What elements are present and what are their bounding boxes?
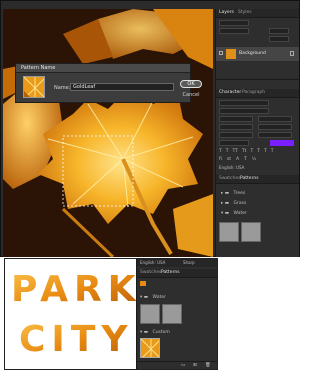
folder-grass[interactable]: ▸ ▬ Grass	[221, 200, 295, 206]
layer-filter-row[interactable]	[219, 20, 295, 26]
new-pattern-icon[interactable]: ⊞	[193, 363, 197, 368]
char-options-row: English: USA Sharp	[137, 259, 217, 267]
antialias-select[interactable]: Sharp	[183, 260, 195, 265]
folder-icon: ▾ ▬	[140, 330, 148, 335]
tab-patterns[interactable]: Patterns	[161, 270, 180, 275]
pattern-thumbnail[interactable]	[162, 304, 182, 324]
folder-water[interactable]: ▾ ▬ Water	[140, 294, 216, 300]
type-style-buttons: T T TT Tt T T T T	[219, 149, 295, 155]
small-caps-button[interactable]: Tt	[242, 149, 247, 155]
tab-styles[interactable]: Styles	[238, 10, 252, 15]
dialog-titlebar: Pattern Name	[16, 64, 190, 73]
fraction-button[interactable]: ½	[252, 157, 256, 163]
folder-trees-label: Trees	[233, 191, 246, 196]
character-panel: Character Paragraph T T TT Tt T T T T fi…	[216, 89, 299, 170]
folder-icon: ▾ ▬	[221, 211, 229, 216]
opentype-buttons: fi st A T ½	[219, 157, 295, 163]
faux-italic-button[interactable]: T	[226, 149, 229, 155]
photoshop-window: Pattern Name Name: OK Cancel Layers Styl…	[0, 0, 300, 257]
tab-patterns[interactable]: Patterns	[240, 176, 259, 181]
folder-trees[interactable]: ▸ ▬ Trees	[221, 190, 295, 196]
folder-icon: ▸ ▬	[221, 191, 229, 196]
kerning-field[interactable]	[219, 124, 253, 130]
ordinal-button[interactable]: st	[227, 157, 231, 163]
ok-button[interactable]: OK	[180, 80, 202, 88]
layer-row-background[interactable]: Background	[216, 47, 299, 61]
folder-custom[interactable]: ▾ ▬ Custom	[140, 329, 216, 335]
pattern-thumbnail[interactable]	[140, 304, 160, 324]
new-folder-icon[interactable]: ▭	[181, 363, 185, 368]
folder-water-label: Water	[233, 211, 247, 216]
character-tabbar: Character Paragraph	[216, 89, 299, 98]
faux-bold-button[interactable]: T	[219, 149, 222, 155]
pattern-thumbnail[interactable]	[219, 222, 239, 242]
tab-swatches[interactable]: Swatches	[140, 270, 162, 275]
park-city-text-art: PARK CITY	[11, 269, 137, 360]
pattern-thumbnail[interactable]	[241, 222, 261, 242]
cancel-button[interactable]: Cancel	[180, 91, 202, 99]
patterns-panel: Swatches Patterns ▸ ▬ Trees ▸ ▬ Grass ▾ …	[216, 175, 299, 242]
text-color-swatch[interactable]	[270, 140, 294, 146]
font-style-select[interactable]	[219, 108, 269, 114]
language-select[interactable]: English: USA	[219, 165, 244, 170]
goldleaf-pattern-thumbnail[interactable]	[140, 338, 160, 358]
layers-tabbar: Layers Styles	[216, 9, 299, 18]
dialog-title: Pattern Name	[21, 65, 56, 71]
titling-button[interactable]: T	[244, 157, 247, 163]
leading-field[interactable]	[258, 116, 292, 122]
headline-line2: CITY	[19, 319, 133, 360]
folder-grass-label: Grass	[233, 201, 247, 206]
horizontal-scale-field[interactable]	[258, 132, 292, 138]
font-family-select[interactable]	[219, 100, 269, 106]
patterns-tabbar: Swatches Patterns	[216, 175, 299, 184]
document-canvas[interactable]	[3, 9, 213, 257]
eye-icon[interactable]	[219, 51, 223, 55]
folder-custom-label: Custom	[152, 330, 170, 335]
headline-line1: PARK	[11, 269, 137, 310]
folder-icon: ▾ ▬	[140, 295, 148, 300]
lock-icon	[290, 51, 294, 56]
text-result-window: PARK CITY English: USA Sharp Swatches Pa…	[4, 258, 218, 370]
all-caps-button[interactable]: TT	[233, 149, 238, 155]
tab-swatches[interactable]: Swatches	[219, 176, 241, 181]
subscript-button[interactable]: T	[257, 149, 260, 155]
layer-name: Background	[239, 51, 266, 56]
tab-character[interactable]: Character	[219, 90, 241, 95]
ligature-button[interactable]: fi	[219, 157, 222, 163]
pattern-swatch-small[interactable]	[140, 281, 146, 286]
folder-water-label: Water	[152, 295, 166, 300]
folder-icon: ▸ ▬	[221, 201, 229, 206]
baseline-shift-field[interactable]	[219, 140, 249, 146]
bottom-tabbar: Swatches Patterns	[137, 269, 217, 278]
layer-thumbnail	[226, 49, 236, 59]
tab-paragraph[interactable]: Paragraph	[242, 90, 265, 95]
pattern-name-input[interactable]	[70, 83, 174, 91]
superscript-button[interactable]: T	[250, 149, 253, 155]
trash-icon[interactable]: 🗑	[205, 363, 211, 368]
language-select[interactable]: English: USA	[140, 260, 165, 265]
right-panel-dock: Layers Styles Background Character Parag…	[215, 9, 299, 257]
blend-mode-row[interactable]	[219, 28, 295, 34]
bottom-right-panel: English: USA Sharp Swatches Patterns ▾ ▬…	[136, 259, 217, 369]
patterns-footer: ▭ ⊞ 🗑	[137, 361, 217, 369]
strikethrough-button[interactable]: T	[271, 149, 274, 155]
vertical-scale-field[interactable]	[219, 132, 253, 138]
swash-button[interactable]: A	[236, 157, 239, 163]
layers-footer	[216, 79, 299, 86]
name-label: Name:	[54, 85, 71, 91]
folder-water[interactable]: ▾ ▬ Water	[221, 210, 295, 216]
leaf-image	[3, 9, 213, 257]
pattern-name-dialog: Pattern Name Name: OK Cancel	[15, 63, 202, 103]
underline-button[interactable]: T	[264, 149, 267, 155]
lock-row	[219, 36, 295, 42]
font-size-field[interactable]	[219, 116, 253, 122]
tracking-field[interactable]	[258, 124, 292, 130]
pattern-preview-thumbnail	[23, 76, 45, 98]
tab-layers[interactable]: Layers	[219, 10, 234, 15]
